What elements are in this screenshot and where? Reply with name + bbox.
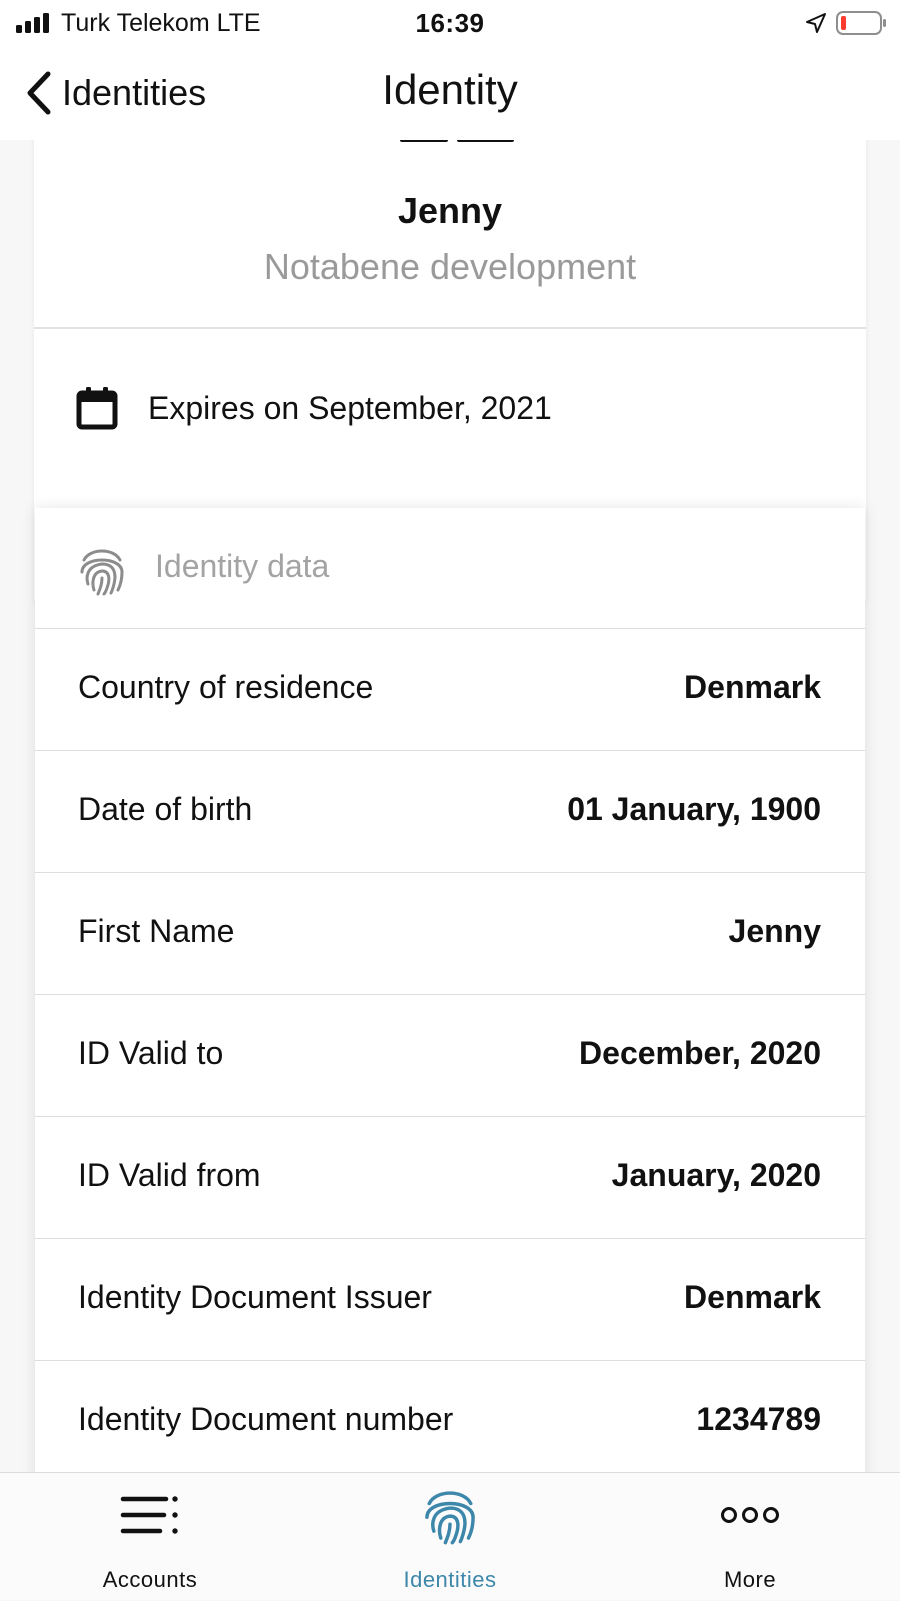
identity-data-card: Identity data Country of residence Denma… — [35, 508, 865, 1472]
data-row-id-valid-to: ID Valid to December, 2020 — [35, 995, 865, 1117]
row-value: December, 2020 — [579, 1035, 821, 1071]
battery-icon — [836, 11, 886, 35]
card-graphic — [457, 140, 514, 142]
data-row-id-valid-from: ID Valid from January, 2020 — [35, 1117, 865, 1239]
row-label: Date of birth — [78, 791, 253, 827]
menu-list-icon — [120, 1496, 178, 1534]
row-value: 1234789 — [696, 1401, 821, 1437]
data-row-first-name: First Name Jenny — [35, 873, 865, 995]
row-value: Jenny — [728, 913, 821, 949]
tab-label: Accounts — [102, 1567, 198, 1592]
row-value: Denmark — [684, 1279, 821, 1315]
tab-label: More — [723, 1567, 777, 1592]
status-time: 16:39 — [415, 8, 485, 38]
row-value: 01 January, 1900 — [567, 791, 821, 827]
status-bar: Turk Telekom LTE 16:39 — [0, 0, 900, 48]
row-label: Country of residence — [78, 669, 374, 705]
page-title: Identity — [382, 66, 518, 113]
data-row-document-number: Identity Document number 1234789 — [35, 1361, 865, 1472]
identity-holder-name: Jenny — [397, 190, 503, 231]
data-row-country-of-residence: Country of residence Denmark — [35, 629, 865, 751]
tab-more[interactable]: More — [600, 1473, 900, 1601]
identity-data-header: Identity data — [35, 508, 865, 629]
fingerprint-icon — [425, 1491, 475, 1545]
row-label: ID Valid from — [78, 1157, 261, 1193]
more-dots-icon — [721, 1507, 779, 1523]
divider — [34, 327, 866, 329]
tab-identities[interactable]: Identities — [300, 1473, 600, 1601]
data-row-date-of-birth: Date of birth 01 January, 1900 — [35, 751, 865, 873]
row-label: Identity Document number — [78, 1401, 454, 1437]
navigation-bar: Identities Identity — [0, 48, 900, 140]
identity-data-title: Identity data — [155, 548, 330, 584]
expiry-row: Expires on September, 2021 — [76, 378, 552, 438]
fingerprint-icon — [80, 549, 124, 596]
row-value: Denmark — [684, 669, 821, 705]
row-label: First Name — [78, 913, 235, 949]
calendar-icon — [76, 387, 118, 430]
identity-scroll-view[interactable]: Jenny Notabene development Expires on Se… — [0, 140, 900, 1472]
row-label: ID Valid to — [78, 1035, 224, 1071]
card-graphic — [400, 140, 448, 142]
location-arrow-icon — [806, 13, 826, 33]
expiry-text: Expires on September, 2021 — [148, 389, 552, 426]
row-label: Identity Document Issuer — [78, 1279, 432, 1315]
data-row-document-issuer: Identity Document Issuer Denmark — [35, 1239, 865, 1361]
tab-accounts[interactable]: Accounts — [0, 1473, 300, 1601]
tab-label: Identities — [403, 1567, 497, 1592]
tab-bar: Accounts Identities More — [0, 1472, 900, 1600]
identity-organization: Notabene development — [263, 246, 637, 287]
row-value: January, 2020 — [611, 1157, 821, 1193]
